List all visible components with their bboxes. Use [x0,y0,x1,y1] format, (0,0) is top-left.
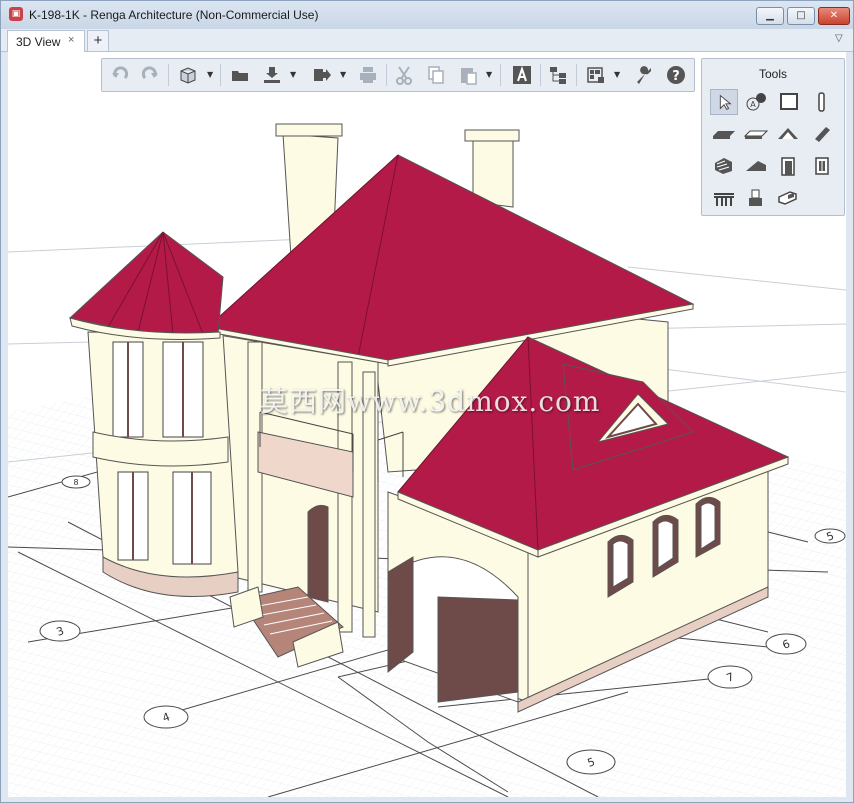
chevron-down-icon[interactable]: ▼ [340,70,346,79]
folder-open-icon[interactable] [230,65,250,85]
door-tool-icon[interactable] [774,153,802,179]
toolbar-separator [168,64,169,86]
toolbar-separator [220,64,221,86]
cut-icon[interactable] [394,65,414,85]
axis-bubble-7[interactable]: 7 [707,665,753,689]
floor-tool-icon[interactable] [710,121,738,147]
main-toolbar: ▼ ▼ ▼ ▼ ▼ ? [101,58,695,92]
3d-viewport[interactable]: 3 4 5 5 6 7 8 莫西网www.3dmox.com ▼ ▼ ▼ ▼ ▼… [8,52,846,797]
import-icon[interactable] [262,65,282,85]
element-tool-icon[interactable] [742,185,770,211]
maximize-icon: □ [796,10,806,21]
chevron-down-icon[interactable]: ▼ [614,70,620,79]
tab-list-chevron-icon[interactable]: ▽ [835,33,843,44]
export-icon[interactable] [312,65,332,85]
close-icon: ✕ [829,10,839,21]
wrench-icon[interactable] [634,65,654,85]
stair-tool-icon[interactable] [710,153,738,179]
renga-logo-icon: ▣ [9,7,23,21]
close-button[interactable]: ✕ [818,7,850,25]
tab-close-icon[interactable]: × [68,34,74,46]
redo-icon[interactable] [140,65,160,85]
tools-title: Tools [758,67,787,81]
text-style-icon[interactable] [512,65,532,85]
watermark: 莫西网www.3dmox.com [260,385,601,418]
paste-icon[interactable] [458,65,478,85]
title-bar: ▣ K-198-1K - Renga Architecture (Non-Com… [1,1,853,29]
select-tool-icon[interactable] [710,89,738,115]
add-tab-button[interactable]: + [87,30,109,52]
window-tool-icon[interactable] [808,153,836,179]
print-icon[interactable] [358,65,378,85]
svg-text:8: 8 [73,478,78,487]
structure-icon[interactable] [548,65,568,85]
maximize-button[interactable]: □ [787,7,815,25]
chevron-down-icon[interactable]: ▼ [486,70,492,79]
chevron-down-icon[interactable]: ▼ [207,70,213,79]
tab-3d-view[interactable]: 3D View × [7,30,85,52]
minimize-icon: ▁ [766,10,774,21]
help-icon[interactable]: ? [666,65,686,85]
axis-bubble-8[interactable]: 8 [61,475,91,489]
opening-tool-icon[interactable] [774,185,802,211]
window-title: K-198-1K - Renga Architecture (Non-Comme… [29,8,319,22]
column-tool-icon[interactable] [808,89,836,115]
toolbar-separator [500,64,501,86]
tools-panel: Tools A [701,58,845,216]
chevron-down-icon[interactable]: ▼ [290,70,296,79]
copy-icon[interactable] [426,65,446,85]
railing-tool-icon[interactable] [710,185,738,211]
wall-tool-icon[interactable] [774,89,802,115]
svg-text:A: A [750,100,756,109]
axis-bubble-3[interactable]: 3 [39,620,81,642]
tab-label: 3D View [16,35,61,49]
tab-bar: 3D View × + ▽ [1,29,853,52]
axis-bubble-6[interactable]: 6 [765,633,807,655]
ramp-tool-icon[interactable] [742,153,770,179]
roof-tool-icon[interactable] [774,121,802,147]
toolbar-separator [386,64,387,86]
beam-tool-icon[interactable] [808,121,836,147]
toolbar-separator [576,64,577,86]
slab-tool-icon[interactable] [742,121,770,147]
axis-bubble-5-left[interactable]: 5 [566,749,616,775]
minimize-button[interactable]: ▁ [756,7,784,25]
axis-bubble-4[interactable]: 4 [143,705,189,729]
view-settings-icon[interactable] [586,65,606,85]
svg-text:?: ? [672,69,680,84]
undo-icon[interactable] [110,65,130,85]
3d-box-icon[interactable] [178,65,198,85]
toolbar-separator [540,64,541,86]
app-window: ▣ K-198-1K - Renga Architecture (Non-Com… [0,0,854,803]
level-tool-icon[interactable]: A [742,89,770,115]
